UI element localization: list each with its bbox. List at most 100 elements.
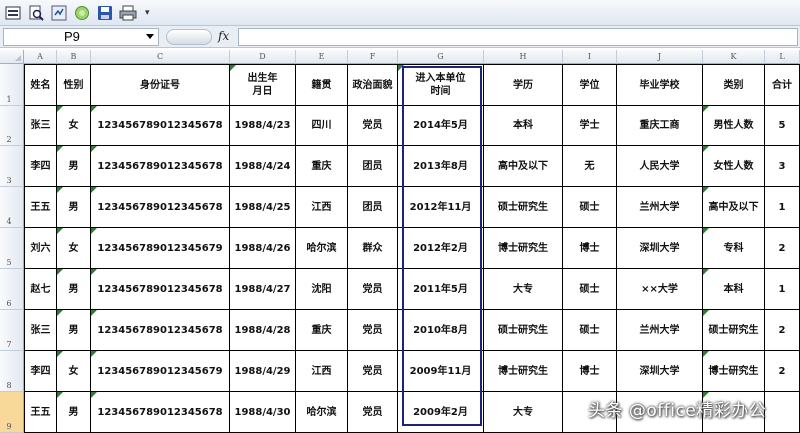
table-cell[interactable]: 赵七 [24,269,57,310]
column-header-c[interactable]: C [91,50,230,64]
table-cell[interactable]: 博士研究生 [484,351,563,392]
table-cell[interactable]: 1988/4/27 [230,269,296,310]
row-header-3[interactable]: 3 [0,146,24,187]
table-cell[interactable]: 1 [765,187,800,228]
table-cell[interactable]: 硕士研究生 [484,310,563,351]
table-cell[interactable]: 学士 [563,106,617,146]
table-cell[interactable]: 哈尔滨 [296,392,348,433]
table-cell[interactable]: 党员 [348,310,398,351]
table-cell[interactable]: 1988/4/23 [230,106,296,146]
header-cell[interactable]: 毕业学校 [617,64,703,106]
table-cell[interactable]: 2010年8月 [398,310,484,351]
column-header-k[interactable]: K [703,50,765,64]
table-cell[interactable]: 高中及以下 [703,187,765,228]
table-cell[interactable]: 2011年5月 [398,269,484,310]
table-cell[interactable]: 党员 [348,106,398,146]
table-cell[interactable]: 群众 [348,228,398,269]
table-cell[interactable]: 王五 [24,187,57,228]
table-cell[interactable]: 深圳大学 [617,351,703,392]
table-cell[interactable]: 2009年11月 [398,351,484,392]
table-cell[interactable]: 重庆 [296,146,348,187]
header-cell[interactable]: 性别 [57,64,91,106]
table-cell[interactable]: 江西 [296,351,348,392]
table-cell[interactable]: 1988/4/25 [230,187,296,228]
table-cell[interactable]: 123456789012345678 [91,146,230,187]
table-cell[interactable]: 博士 [563,228,617,269]
table-cell[interactable]: 哈尔滨 [296,228,348,269]
header-cell[interactable]: 身份证号 [91,64,230,106]
row-header-9[interactable]: 9 [0,392,24,433]
header-cell[interactable]: 学历 [484,64,563,106]
table-cell[interactable]: 党员 [348,392,398,433]
table-cell[interactable]: 123456789012345678 [91,106,230,146]
print-preview-icon[interactable] [26,3,46,23]
column-header-b[interactable]: B [57,50,91,64]
row-header-2[interactable]: 2 [0,106,24,146]
table-cell[interactable]: 硕士 [563,310,617,351]
header-cell[interactable]: 进入本单位 时间 [398,64,484,106]
table-cell[interactable]: 2 [765,228,800,269]
chevron-down-icon[interactable] [146,34,154,39]
save-icon[interactable] [95,3,115,23]
header-cell[interactable]: 类别 [703,64,765,106]
table-cell[interactable]: 女 [57,106,91,146]
table-cell[interactable]: 2012年2月 [398,228,484,269]
header-cell[interactable]: 出生年 月日 [230,64,296,106]
column-header-l[interactable]: L [765,50,800,64]
table-cell[interactable]: 硕士 [563,187,617,228]
record-icon[interactable] [72,3,92,23]
column-header-a[interactable]: A [24,50,57,64]
table-cell[interactable]: 兰州大学 [617,187,703,228]
header-cell[interactable]: 合计 [765,64,800,106]
table-cell[interactable]: 2013年8月 [398,146,484,187]
table-cell[interactable]: 1988/4/26 [230,228,296,269]
table-cell[interactable]: 男 [57,146,91,187]
table-cell[interactable]: 男 [57,187,91,228]
table-cell[interactable]: 深圳大学 [617,228,703,269]
table-cell[interactable]: 张三 [24,310,57,351]
table-cell[interactable]: 2014年5月 [398,106,484,146]
row-header-1[interactable]: 1 [0,64,24,106]
column-header-i[interactable]: I [563,50,617,64]
table-cell[interactable]: 李四 [24,146,57,187]
table-cell[interactable]: 1988/4/28 [230,310,296,351]
table-cell[interactable]: 2009年2月 [398,392,484,433]
table-cell[interactable]: 刘六 [24,228,57,269]
table-cell[interactable]: 团员 [348,146,398,187]
table-cell[interactable]: 女 [57,351,91,392]
print-icon[interactable] [118,3,138,23]
table-cell[interactable]: 1988/4/30 [230,392,296,433]
select-all-button[interactable] [0,50,24,64]
header-cell[interactable]: 学位 [563,64,617,106]
table-cell[interactable]: 本科 [484,106,563,146]
table-cell[interactable]: 男 [57,392,91,433]
table-cell[interactable]: 男性人数 [703,106,765,146]
table-cell[interactable]: 大专 [484,392,563,433]
column-header-f[interactable]: F [348,50,398,64]
table-cell[interactable] [765,392,800,433]
header-cell[interactable]: 政治面貌 [348,64,398,106]
table-cell[interactable]: 人民大学 [617,146,703,187]
table-cell[interactable]: 博士 [563,351,617,392]
table-cell[interactable]: 李四 [24,351,57,392]
table-cell[interactable]: 江西 [296,187,348,228]
table-cell[interactable]: 专科 [703,228,765,269]
table-cell[interactable]: 大专 [484,269,563,310]
column-header-j[interactable]: J [617,50,703,64]
table-cell[interactable]: 3 [765,146,800,187]
table-cell[interactable]: 1988/4/24 [230,146,296,187]
table-cell[interactable]: 123456789012345678 [91,392,230,433]
table-cell[interactable]: 四川 [296,106,348,146]
table-cell[interactable]: 女性人数 [703,146,765,187]
table-cell[interactable]: 硕士 [563,269,617,310]
table-cell[interactable]: 123456789012345679 [91,351,230,392]
column-header-h[interactable]: H [484,50,563,64]
table-cell[interactable]: 重庆 [296,310,348,351]
table-cell[interactable]: 团员 [348,187,398,228]
table-cell[interactable]: 女 [57,228,91,269]
table-cell[interactable]: 沈阳 [296,269,348,310]
table-cell[interactable]: 2012年11月 [398,187,484,228]
table-cell[interactable]: 123456789012345678 [91,187,230,228]
table-cell[interactable]: 123456789012345678 [91,310,230,351]
column-header-d[interactable]: D [230,50,296,64]
